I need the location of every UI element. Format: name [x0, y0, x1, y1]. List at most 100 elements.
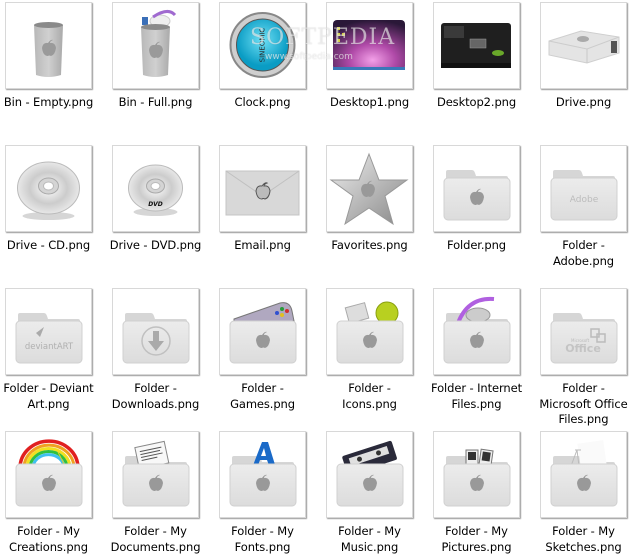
file-name: Drive - DVD.png: [109, 238, 202, 252]
thumbnail: [326, 2, 413, 89]
file-item[interactable]: DVD Drive - DVD.png: [107, 145, 214, 288]
thumbnail: [326, 145, 413, 232]
file-name: Folder - Downloads.png: [111, 381, 200, 411]
thumbnail: [326, 431, 413, 518]
desktop1-icon: [333, 20, 405, 70]
thumbnail: [5, 431, 92, 518]
folder-deviantart-icon: deviantART: [15, 313, 83, 364]
star-icon: [329, 152, 409, 226]
thumbnail: [326, 288, 413, 375]
file-name: Drive - CD.png: [6, 238, 91, 252]
folder-icon: [443, 170, 511, 221]
file-item[interactable]: Adobe Folder - Adobe.png: [535, 145, 635, 288]
file-item[interactable]: deviantART Folder - Deviant Art.png: [0, 288, 107, 431]
email-icon: [225, 170, 300, 216]
office-logo: Office: [565, 342, 601, 355]
folder-adobe-icon: Adobe: [550, 170, 618, 221]
folder-documents-icon: [122, 440, 190, 507]
file-name: Bin - Full.png: [118, 95, 193, 109]
folder-icons-icon: [336, 301, 404, 364]
file-item[interactable]: Drive.png: [535, 2, 635, 145]
clock-icon: SINEOMIC: [229, 12, 296, 78]
deviantart-logo: deviantART: [25, 342, 74, 352]
folder-downloads-icon: [122, 313, 190, 364]
file-grid: Bin - Empty.png Bin - Full.png SINEOMIC C…: [0, 0, 635, 559]
thumbnail: [433, 431, 520, 518]
file-item[interactable]: Folder - Icons.png: [321, 288, 428, 431]
file-item[interactable]: Folder - Downloads.png: [107, 288, 214, 431]
clock-text: SINEOMIC: [259, 28, 267, 63]
file-name: Folder - My Music.png: [338, 524, 401, 554]
file-item[interactable]: Desktop1.png: [321, 2, 428, 145]
file-item[interactable]: Folder - Games.png: [214, 288, 321, 431]
file-item[interactable]: Bin - Full.png: [107, 2, 214, 145]
thumbnail: [433, 145, 520, 232]
file-item[interactable]: Favorites.png: [321, 145, 428, 288]
file-name: Folder - Microsoft Office Files.png: [539, 381, 628, 426]
file-item[interactable]: Folder - My Sketches.png: [535, 431, 635, 559]
thumbnail: [540, 2, 627, 89]
file-item[interactable]: Drive - CD.png: [0, 145, 107, 288]
file-name: Folder - My Documents.png: [110, 524, 201, 554]
file-item[interactable]: Folder - My Fonts.png: [214, 431, 321, 559]
file-item[interactable]: Folder - Internet Files.png: [428, 288, 535, 431]
file-name: Desktop2.png: [436, 95, 517, 109]
folder-sketches-icon: [550, 440, 618, 507]
file-name: Folder - Adobe.png: [552, 238, 615, 268]
thumbnail: [5, 2, 92, 89]
thumbnail: deviantART: [5, 288, 92, 375]
folder-pictures-icon: [443, 448, 511, 507]
bin-empty-icon: [34, 22, 63, 77]
file-item[interactable]: Folder.png: [428, 145, 535, 288]
file-name: Desktop1.png: [329, 95, 410, 109]
file-item[interactable]: Desktop2.png: [428, 2, 535, 145]
file-item[interactable]: SINEOMIC Clock.png: [214, 2, 321, 145]
folder-creations-icon: [15, 439, 83, 507]
thumbnail: [112, 2, 199, 89]
file-name: Folder - My Sketches.png: [545, 524, 622, 554]
file-name: Clock.png: [234, 95, 291, 109]
folder-internet-icon: [443, 296, 511, 364]
cd-icon: [17, 161, 80, 220]
drive-icon: [548, 30, 620, 64]
thumbnail: Adobe: [540, 145, 627, 232]
thumbnail: [540, 431, 627, 518]
file-name: Drive.png: [555, 95, 612, 109]
thumbnail: [112, 431, 199, 518]
folder-fonts-icon: [229, 442, 297, 507]
file-name: Bin - Empty.png: [3, 95, 94, 109]
file-name: Folder - Icons.png: [342, 381, 397, 411]
desktop2-icon: [441, 23, 511, 68]
dvd-icon: DVD: [128, 164, 183, 216]
thumbnail: Microsoft Office: [540, 288, 627, 375]
thumbnail: [219, 288, 306, 375]
thumbnail: [219, 145, 306, 232]
folder-games-icon: [229, 302, 297, 364]
file-name: Folder - My Pictures.png: [441, 524, 512, 554]
file-name: Folder - Deviant Art.png: [3, 381, 94, 411]
thumbnail: SINEOMIC: [219, 2, 306, 89]
file-item[interactable]: Folder - My Creations.png: [0, 431, 107, 559]
file-name: Email.png: [234, 238, 291, 252]
folder-music-icon: [336, 440, 404, 507]
file-item[interactable]: Email.png: [214, 145, 321, 288]
file-name: Folder - My Fonts.png: [231, 524, 294, 554]
thumbnail: [112, 288, 199, 375]
thumbnail: DVD: [112, 145, 199, 232]
file-item[interactable]: Bin - Empty.png: [0, 2, 107, 145]
file-item[interactable]: Folder - My Music.png: [321, 431, 428, 559]
folder-office-icon: MicrosoftOffice: [550, 313, 618, 364]
dvd-logo: DVD: [148, 201, 163, 208]
file-name: Favorites.png: [331, 238, 408, 252]
file-name: Folder - Internet Files.png: [431, 381, 522, 411]
file-name: Folder.png: [446, 238, 507, 252]
thumbnail: [219, 431, 306, 518]
thumbnail: [5, 145, 92, 232]
file-item[interactable]: Microsoft Office Folder - Microsoft Office…: [535, 288, 635, 431]
file-name: Folder - Games.png: [230, 381, 295, 411]
file-name: Folder - My Creations.png: [9, 524, 88, 554]
thumbnail: [433, 288, 520, 375]
file-item[interactable]: Folder - My Pictures.png: [428, 431, 535, 559]
bin-full-icon: [141, 10, 177, 77]
file-item[interactable]: Folder - My Documents.png: [107, 431, 214, 559]
